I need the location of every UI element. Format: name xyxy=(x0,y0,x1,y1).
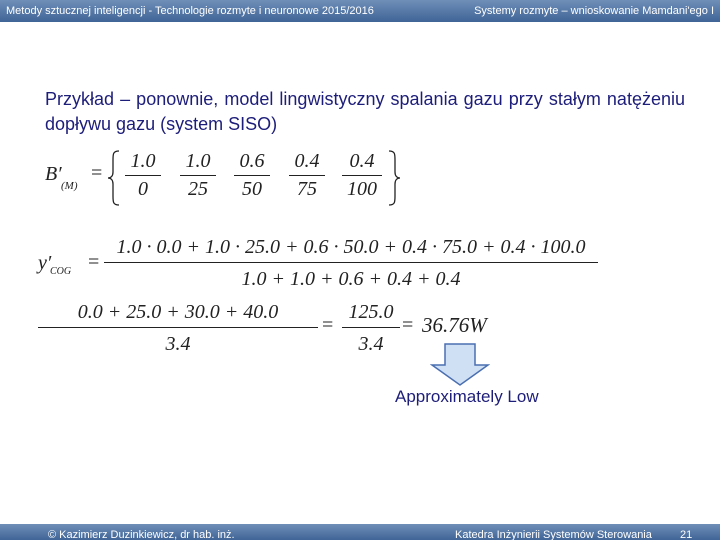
set-fraction: 0.6 50 xyxy=(234,150,270,200)
footer-bar: © Kazimierz Duzinkiewicz, dr hab. inż. K… xyxy=(0,524,720,540)
total-fraction: 125.0 3.4 xyxy=(342,300,400,356)
cog-denominator: 1.0 + 1.0 + 0.6 + 0.4 + 0.4 xyxy=(241,268,461,290)
equals-sign: = xyxy=(402,314,414,336)
fraction-bar xyxy=(342,327,400,328)
fraction-bar xyxy=(38,327,318,328)
footer-author: © Kazimierz Duzinkiewicz, dr hab. inż. xyxy=(48,529,235,540)
header-bar: Metody sztucznej inteligencji - Technolo… xyxy=(0,0,720,22)
fraction-bar xyxy=(342,175,382,176)
set-fraction: 1.0 0 xyxy=(125,150,161,200)
set-fraction: 0.4 75 xyxy=(289,150,325,200)
left-brace-icon xyxy=(107,150,120,206)
cog-formula: y′ COG = 1.0 · 0.0 + 1.0 · 25.0 + 0.6 · … xyxy=(38,235,603,295)
fraction-denominator: 50 xyxy=(242,178,262,200)
fraction-numerator: 1.0 xyxy=(185,150,211,172)
fraction-denominator: 0 xyxy=(138,178,148,200)
fraction-numerator: 0.6 xyxy=(239,150,265,172)
cog-subscript: COG xyxy=(50,266,72,277)
sum-fraction: 0.0 + 25.0 + 30.0 + 40.0 3.4 xyxy=(38,300,318,356)
fraction-bar xyxy=(180,175,216,176)
sum-denominator: 3.4 xyxy=(165,333,191,355)
set-fraction: 0.4 100 xyxy=(342,150,382,200)
fraction-bar xyxy=(289,175,325,176)
set-subscript: (M) xyxy=(61,180,78,192)
cog-numerator: 1.0 · 0.0 + 1.0 · 25.0 + 0.6 · 50.0 + 0.… xyxy=(116,236,586,258)
right-brace-icon xyxy=(388,150,401,206)
fraction-bar xyxy=(104,262,598,263)
slide-paragraph: Przykład – ponownie, model lingwistyczny… xyxy=(45,89,685,134)
fraction-numerator: 0.4 xyxy=(349,150,375,172)
fraction-denominator: 75 xyxy=(297,178,317,200)
cog-fraction: 1.0 · 0.0 + 1.0 · 25.0 + 0.6 · 50.0 + 0.… xyxy=(104,235,598,291)
cog-equals: = xyxy=(88,251,100,273)
down-arrow-icon xyxy=(430,343,490,386)
result-label: Approximately Low xyxy=(395,387,539,406)
set-equals: = xyxy=(91,162,103,184)
fraction-numerator: 0.4 xyxy=(294,150,320,172)
page-number: 21 xyxy=(680,529,693,540)
sum-numerator: 0.0 + 25.0 + 30.0 + 40.0 xyxy=(77,301,279,323)
footer-department: Katedra Inżynierii Systemów Sterowania xyxy=(455,529,652,540)
fraction-bar xyxy=(125,175,161,176)
set-fraction: 1.0 25 xyxy=(180,150,216,200)
total-denominator: 3.4 xyxy=(358,333,384,355)
fraction-denominator: 25 xyxy=(188,178,208,200)
total-numerator: 125.0 xyxy=(348,301,394,323)
set-label: B′ xyxy=(45,163,62,185)
set-definition: B′ (M) = 1.0 0 1.0 25 0.6 50 0.4 75 0.4 … xyxy=(45,150,415,210)
equals-sign: = xyxy=(322,314,334,336)
cog-result: 36.76W xyxy=(422,313,487,337)
fraction-denominator: 100 xyxy=(347,178,377,200)
fraction-numerator: 1.0 xyxy=(130,150,156,172)
header-section-title: Systemy rozmyte – wnioskowanie Mamdani'e… xyxy=(474,5,714,17)
header-course-title: Metody sztucznej inteligencji - Technolo… xyxy=(6,5,374,17)
fraction-bar xyxy=(234,175,270,176)
